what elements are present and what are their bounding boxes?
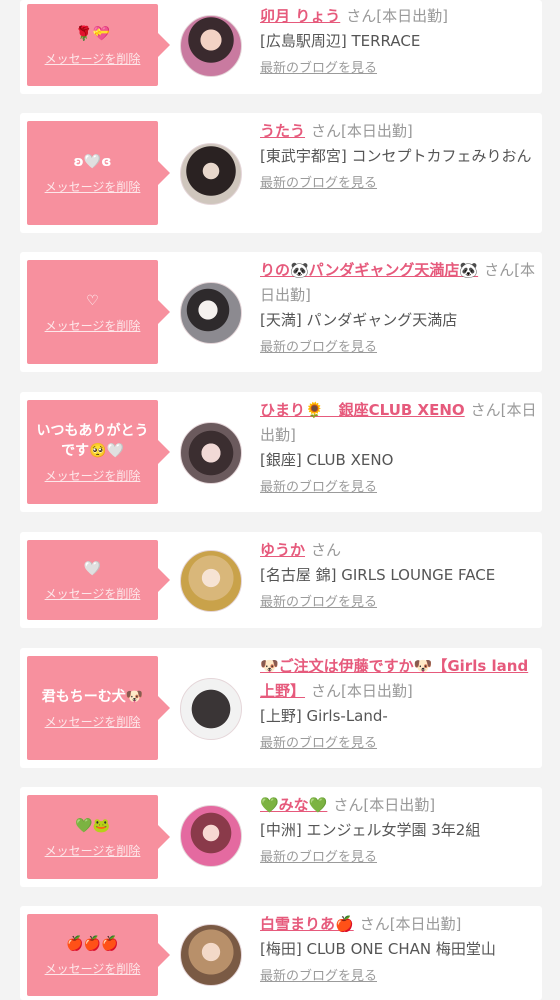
message-bubble: ʚ🤍ɞ メッセージを削除	[27, 121, 158, 225]
shop-info: [広島駅周辺] TERRACE	[260, 32, 421, 50]
avatar[interactable]	[180, 15, 242, 77]
cast-name-link[interactable]: 白雪まりあ🍎	[260, 915, 354, 933]
latest-blog-link[interactable]: 最新のブログを見る	[260, 58, 377, 80]
cast-status: さん[本日出勤]	[333, 796, 436, 814]
message-text: ♡	[86, 292, 99, 309]
message-text: 🌹💝	[75, 25, 110, 42]
conversation-card: 💚🐸 メッセージを削除 💚みな💚 さん[本日出勤] [中洲] エンジェル女学園 3…	[20, 787, 542, 887]
avatar[interactable]	[180, 143, 242, 205]
conversation-card: ʚ🤍ɞ メッセージを削除 うたう さん[本日出勤] [東武宇都宮] コンセプトカフ…	[20, 113, 542, 233]
delete-message-link[interactable]: メッセージを削除	[45, 585, 141, 602]
message-bubble: 君もちーむ犬🐶 メッセージを削除	[27, 656, 158, 760]
latest-blog-link[interactable]: 最新のブログを見る	[260, 966, 377, 988]
conversation-card: ♡ メッセージを削除 りの🐼パンダギャング天満店🐼 さん[本日出勤] [天満] パ…	[20, 252, 542, 372]
delete-message-link[interactable]: メッセージを削除	[45, 842, 141, 859]
shop-info: [上野] Girls-Land-	[260, 707, 388, 725]
cast-name-link[interactable]: ひまり🌻 銀座CLUB XENO	[260, 401, 465, 419]
cast-status: さん[本日出勤]	[359, 915, 462, 933]
message-text: 🤍	[83, 560, 102, 577]
shop-info: [中洲] エンジェル女学園 3年2組	[260, 821, 481, 839]
delete-message-link[interactable]: メッセージを削除	[45, 467, 141, 484]
avatar[interactable]	[180, 282, 242, 344]
shop-info: [天満] パンダギャング天満店	[260, 311, 458, 329]
delete-message-link[interactable]: メッセージを削除	[45, 50, 141, 67]
avatar[interactable]	[180, 924, 242, 986]
message-bubble: ♡ メッセージを削除	[27, 260, 158, 364]
latest-blog-link[interactable]: 最新のブログを見る	[260, 847, 377, 869]
latest-blog-link[interactable]: 最新のブログを見る	[260, 477, 377, 499]
cast-status: さん[本日出勤]	[346, 7, 448, 25]
shop-info: [梅田] CLUB ONE CHAN 梅田堂山	[260, 940, 496, 958]
conversation-card: 君もちーむ犬🐶 メッセージを削除 🐶ご注文は伊藤ですか🐶【Girls land上…	[20, 648, 542, 768]
cast-info: 卯月 りょう さん[本日出勤] [広島駅周辺] TERRACE 最新のブログを見る	[260, 4, 540, 80]
avatar[interactable]	[180, 422, 242, 484]
message-bubble: 🌹💝 メッセージを削除	[27, 4, 158, 86]
cast-status: さん[本日出勤]	[311, 682, 413, 700]
cast-name-link[interactable]: うたう	[260, 122, 305, 140]
message-bubble: 💚🐸 メッセージを削除	[27, 795, 158, 879]
avatar[interactable]	[180, 550, 242, 612]
conversation-card: 🍎🍎🍎 メッセージを削除 白雪まりあ🍎 さん[本日出勤] [梅田] CLUB ON…	[20, 906, 542, 1000]
latest-blog-link[interactable]: 最新のブログを見る	[260, 337, 377, 359]
cast-info: 白雪まりあ🍎 さん[本日出勤] [梅田] CLUB ONE CHAN 梅田堂山 最…	[260, 912, 540, 988]
shop-info: [名古屋 錦] GIRLS LOUNGE FACE	[260, 566, 496, 584]
message-text: 💚🐸	[75, 817, 110, 834]
cast-info: 💚みな💚 さん[本日出勤] [中洲] エンジェル女学園 3年2組 最新のブログを見…	[260, 793, 540, 869]
latest-blog-link[interactable]: 最新のブログを見る	[260, 173, 377, 195]
cast-status: さん[本日出勤]	[311, 122, 413, 140]
conversation-card: 🤍 メッセージを削除 ゆうか さん [名古屋 錦] GIRLS LOUNGE FA…	[20, 532, 542, 628]
cast-info: 🐶ご注文は伊藤ですか🐶【Girls land上野】 さん[本日出勤] [上野] G…	[260, 654, 540, 755]
latest-blog-link[interactable]: 最新のブログを見る	[260, 733, 377, 755]
delete-message-link[interactable]: メッセージを削除	[45, 713, 141, 730]
delete-message-link[interactable]: メッセージを削除	[45, 178, 141, 195]
shop-info: [銀座] CLUB XENO	[260, 451, 394, 469]
cast-name-link[interactable]: ゆうか	[260, 541, 305, 559]
cast-name-link[interactable]: りの🐼パンダギャング天満店🐼	[260, 261, 478, 279]
cast-status: さん	[311, 541, 342, 559]
cast-info: ひまり🌻 銀座CLUB XENO さん[本日出勤] [銀座] CLUB XENO …	[260, 398, 540, 499]
conversation-card: いつもありがとうです🥺🤍 メッセージを削除 ひまり🌻 銀座CLUB XENO さん…	[20, 392, 542, 512]
message-text: いつもありがとうです🥺🤍	[36, 422, 149, 459]
shop-info: [東武宇都宮] コンセプトカフェみりおん	[260, 147, 532, 165]
message-bubble: 🤍 メッセージを削除	[27, 540, 158, 620]
delete-message-link[interactable]: メッセージを削除	[45, 960, 141, 977]
message-text: ʚ🤍ɞ	[73, 153, 112, 170]
avatar[interactable]	[180, 805, 242, 867]
cast-info: りの🐼パンダギャング天満店🐼 さん[本日出勤] [天満] パンダギャング天満店 最…	[260, 258, 540, 359]
message-bubble: いつもありがとうです🥺🤍 メッセージを削除	[27, 400, 158, 504]
cast-name-link[interactable]: 💚みな💚	[260, 796, 327, 814]
cast-info: ゆうか さん [名古屋 錦] GIRLS LOUNGE FACE 最新のブログを見…	[260, 538, 540, 614]
message-text: 🍎🍎🍎	[66, 935, 119, 952]
avatar[interactable]	[180, 678, 242, 740]
cast-info: うたう さん[本日出勤] [東武宇都宮] コンセプトカフェみりおん 最新のブログを…	[260, 119, 540, 195]
message-bubble: 🍎🍎🍎 メッセージを削除	[27, 914, 158, 996]
message-text: 君もちーむ犬🐶	[41, 688, 144, 705]
latest-blog-link[interactable]: 最新のブログを見る	[260, 592, 377, 614]
delete-message-link[interactable]: メッセージを削除	[45, 317, 141, 334]
cast-name-link[interactable]: 卯月 りょう	[260, 7, 340, 25]
conversation-card: 🌹💝 メッセージを削除 卯月 りょう さん[本日出勤] [広島駅周辺] TERRA…	[20, 0, 542, 94]
